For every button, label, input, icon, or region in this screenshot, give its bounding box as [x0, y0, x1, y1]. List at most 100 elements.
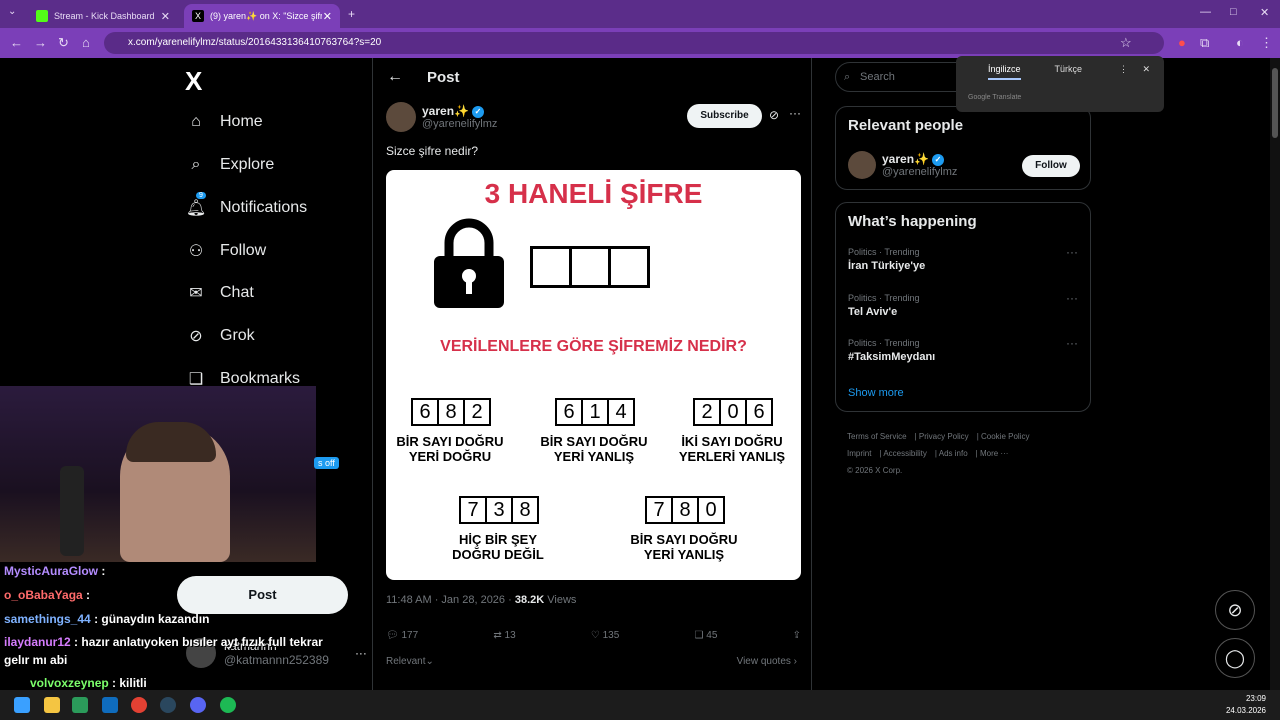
more-icon[interactable]: ···: [355, 646, 367, 660]
tab-x-post[interactable]: X (9) yaren✨ on X: "Sizce şifre n ✕: [184, 4, 340, 28]
avatar[interactable]: [386, 102, 416, 132]
chrome-icon[interactable]: [131, 697, 147, 713]
author-name: yaren✨: [422, 104, 469, 118]
footer-link[interactable]: More ···: [980, 449, 1008, 458]
bookmark-star-icon[interactable]: ☆: [1120, 35, 1132, 51]
tab-kick-dashboard[interactable]: Stream - Kick Dashboard ✕: [28, 4, 178, 28]
bookmark-icon: ❑: [694, 630, 704, 641]
messages-fab-icon[interactable]: ◯: [1215, 638, 1255, 678]
reply-sort-dropdown[interactable]: Relevant⌄: [386, 656, 434, 667]
person-row[interactable]: yaren✨ ✓ @yarenelifylmz: [848, 151, 957, 179]
url-input[interactable]: x.com/yarenelifylmz/status/2016433136410…: [104, 32, 1164, 54]
new-tab-icon[interactable]: +: [348, 7, 355, 21]
trend-item[interactable]: Politics · Trending Tel Aviv'e: [848, 293, 920, 318]
reply-button[interactable]: 💬︎ 177: [386, 630, 418, 641]
back-icon[interactable]: ←: [10, 35, 23, 50]
post-text: Sizce şifre nedir?: [386, 144, 479, 158]
menu-icon[interactable]: ⋮: [1260, 35, 1273, 51]
window-close-icon[interactable]: ✕: [1260, 6, 1269, 19]
nav-label: Follow: [220, 242, 267, 259]
close-icon[interactable]: ✕: [323, 10, 332, 23]
more-icon[interactable]: ⋮: [1119, 64, 1128, 75]
outlook-icon[interactable]: [102, 697, 118, 713]
bookmark-button[interactable]: ❑ 45: [695, 630, 718, 641]
extension-icon[interactable]: ●: [1178, 35, 1186, 50]
bell-icon: 🔔︎ 9: [185, 192, 207, 217]
translate-tab-target[interactable]: Türkçe: [1055, 64, 1083, 80]
minimize-icon[interactable]: —: [1200, 6, 1211, 18]
clue-3: 206 İKİ SAYI DOĞRU YERLERİ YANLIŞ: [676, 398, 788, 464]
close-icon[interactable]: ✕: [1142, 64, 1150, 75]
like-button[interactable]: ♡ 135: [591, 630, 619, 641]
post-time[interactable]: 11:48 AM · Jan 28, 2026 ·: [386, 594, 512, 606]
repost-button[interactable]: ⇄ 13: [493, 630, 515, 641]
app-icon[interactable]: [72, 697, 88, 713]
person-name: yaren✨: [882, 152, 929, 166]
system-clock[interactable]: 23:09 24.03.2026: [1226, 693, 1266, 717]
trend-item[interactable]: Politics · Trending İran Türkiye'ye: [848, 247, 925, 272]
profile-avatar[interactable]: ◐: [1236, 35, 1244, 50]
more-icon[interactable]: ···: [1066, 245, 1078, 259]
scrollbar-thumb[interactable]: [1272, 68, 1278, 138]
more-icon[interactable]: ···: [789, 106, 801, 120]
discord-icon[interactable]: [190, 697, 206, 713]
translate-tab-source[interactable]: İngilizce: [988, 64, 1021, 80]
nav-home[interactable]: ⌂ Home: [186, 112, 263, 132]
subscribe-button[interactable]: Subscribe: [687, 104, 762, 128]
extensions-puzzle-icon[interactable]: ⧉: [1200, 35, 1209, 51]
chat-line: ilaydanur12 : hazır anlatıyoken bısıler …: [4, 635, 323, 649]
nav-notifications[interactable]: 🔔︎ 9 Notifications: [185, 192, 307, 218]
streamer-hair: [126, 422, 216, 462]
home-browser-icon[interactable]: ⌂: [82, 35, 90, 50]
post-author[interactable]: yaren✨ ✓ @yarenelifylmz: [386, 102, 497, 132]
avatar[interactable]: [848, 151, 876, 179]
post-image[interactable]: 3 HANELİ ŞİFRE VERİLENLERE GÖRE ŞİFREMİZ…: [386, 170, 801, 580]
forward-icon[interactable]: →: [34, 35, 47, 50]
grok-explain-icon[interactable]: ⊘: [769, 108, 779, 122]
windows-taskbar: 23:09 24.03.2026: [0, 690, 1280, 720]
nav-explore[interactable]: ⌕ Explore: [186, 155, 275, 175]
nav-grok[interactable]: ⊘ Grok: [186, 326, 254, 346]
chevron-down-icon: ⌄: [425, 656, 434, 667]
mail-icon: ✉: [189, 285, 203, 302]
more-icon[interactable]: ···: [1066, 336, 1078, 350]
tab-search-icon[interactable]: ⌄: [8, 6, 16, 17]
reload-icon[interactable]: ↻: [58, 35, 69, 51]
chat-line: o_oBabaYaga :: [4, 588, 91, 602]
post-meta: 11:48 AM · Jan 28, 2026 · 38.2K Views: [386, 594, 576, 606]
spotify-icon[interactable]: [220, 697, 236, 713]
footer-link[interactable]: Privacy Policy: [919, 432, 969, 441]
start-icon[interactable]: [14, 697, 30, 713]
clock-time: 23:09: [1245, 694, 1266, 703]
trend-item[interactable]: Politics · Trending #TaksimMeydanı: [848, 338, 935, 363]
x-logo[interactable]: X: [185, 66, 202, 97]
close-icon[interactable]: ✕: [161, 10, 170, 23]
clue-1: 682 BİR SAYI DOĞRU YERİ DOĞRU: [394, 398, 506, 464]
views-count: 38.2K: [514, 594, 545, 606]
more-icon[interactable]: ···: [1066, 291, 1078, 305]
address-bar-row: ← → ↻ ⌂ x.com/yarenelifylmz/status/20164…: [0, 28, 1280, 58]
maximize-icon[interactable]: □: [1230, 6, 1237, 18]
nav-follow[interactable]: ⚇ Follow: [186, 241, 266, 261]
tab-label: (9) yaren✨ on X: "Sizce şifre n: [210, 10, 322, 21]
image-question: VERİLENLERE GÖRE ŞİFREMİZ NEDİR?: [440, 338, 747, 355]
steam-icon[interactable]: [160, 697, 176, 713]
scrollbar[interactable]: [1270, 58, 1280, 690]
view-quotes-link[interactable]: View quotes ›: [737, 656, 797, 667]
follow-button[interactable]: Follow: [1022, 155, 1080, 177]
footer-link[interactable]: Accessibility: [883, 449, 927, 458]
footer-link[interactable]: Imprint: [847, 449, 871, 458]
home-icon: ⌂: [191, 113, 201, 130]
clock-date: 24.03.2026: [1225, 706, 1266, 715]
file-explorer-icon[interactable]: [44, 697, 60, 713]
footer-link[interactable]: Terms of Service: [847, 432, 907, 441]
share-icon[interactable]: ⇪: [793, 630, 801, 641]
footer-link[interactable]: Cookie Policy: [981, 432, 1029, 441]
nav-chat[interactable]: ✉ Chat: [186, 283, 254, 303]
image-title: 3 HANELİ ŞİFRE: [484, 178, 703, 209]
grok-fab-icon[interactable]: ⊘: [1215, 590, 1255, 630]
show-more-link[interactable]: Show more: [848, 387, 904, 399]
back-arrow-icon[interactable]: ←: [387, 68, 403, 86]
footer-link[interactable]: Ads info: [939, 449, 968, 458]
post-button[interactable]: Post: [177, 576, 348, 614]
